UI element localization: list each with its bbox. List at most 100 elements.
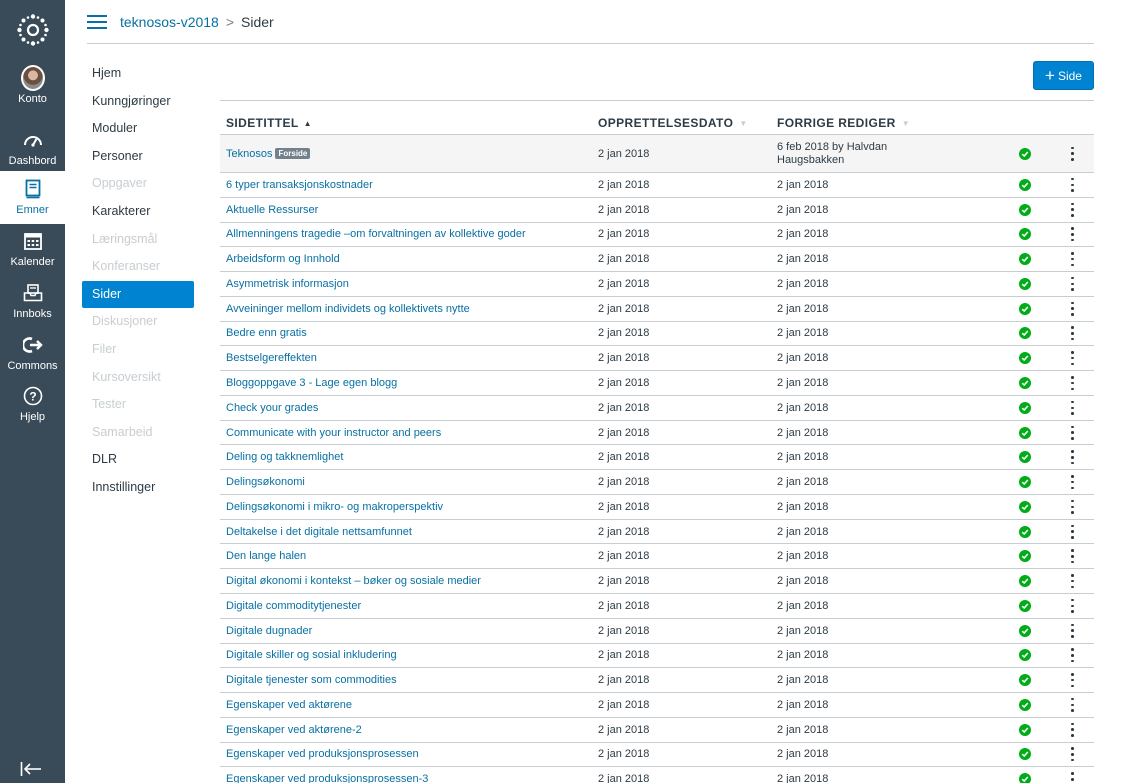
page-options-icon[interactable] [1070,177,1076,192]
course-nav-item[interactable]: Filer [82,336,194,364]
page-title-link[interactable]: Deling og takknemlighet [226,451,343,463]
hamburger-menu-icon[interactable] [87,14,107,29]
page-title-link[interactable]: Communicate with your instructor and pee… [226,427,441,439]
page-options-icon[interactable] [1070,747,1076,762]
published-check-icon[interactable] [1019,147,1031,160]
course-nav-item[interactable]: Karakterer [82,198,194,226]
page-options-icon[interactable] [1070,623,1076,638]
page-options-icon[interactable] [1070,772,1076,783]
nav-dashboard[interactable]: Dashbord [0,124,65,168]
page-title-link[interactable]: Bloggoppgave 3 - Lage egen blogg [226,377,397,389]
page-options-icon[interactable] [1070,574,1076,589]
collapse-nav-icon[interactable] [20,761,44,779]
page-title-link[interactable]: Digitale dugnader [226,625,312,637]
published-check-icon[interactable] [1019,698,1031,711]
published-check-icon[interactable] [1019,327,1031,340]
page-options-icon[interactable] [1070,326,1076,341]
published-check-icon[interactable] [1019,500,1031,513]
nav-inbox[interactable]: Innboks [0,281,65,325]
published-check-icon[interactable] [1019,228,1031,241]
published-check-icon[interactable] [1019,277,1031,290]
page-title-link[interactable]: Deltakelse i det digitale nettsamfunnet [226,526,412,538]
page-options-icon[interactable] [1070,673,1076,688]
published-check-icon[interactable] [1019,178,1031,191]
page-options-icon[interactable] [1070,146,1076,161]
page-title-link[interactable]: Egenskaper ved produksjonsprosessen [226,748,419,760]
page-title-link[interactable]: Delingsøkonomi [226,476,305,488]
sort-by-title-header[interactable]: SIDETITTEL ▲ [220,116,598,130]
page-options-icon[interactable] [1070,301,1076,316]
published-check-icon[interactable] [1019,377,1031,389]
page-title-link[interactable]: Bedre enn gratis [226,327,307,339]
published-check-icon[interactable] [1019,550,1031,563]
sort-by-edited-header[interactable]: FORRIGE REDIGER ▼ [777,116,999,130]
sort-by-created-header[interactable]: OPPRETTELSESDATO ▼ [598,116,777,130]
page-title-link[interactable]: Egenskaper ved produksjonsprosessen-3 [226,773,428,783]
published-check-icon[interactable] [1019,575,1031,588]
page-options-icon[interactable] [1070,648,1076,663]
page-options-icon[interactable] [1070,722,1076,737]
published-check-icon[interactable] [1019,649,1031,662]
course-nav-item[interactable]: Hjem [82,60,194,88]
page-title-link[interactable]: Arbeidsform og Innhold [226,253,340,265]
page-options-icon[interactable] [1070,450,1076,465]
page-title-link[interactable]: Digitale commoditytjenester [226,600,361,612]
page-options-icon[interactable] [1070,524,1076,539]
breadcrumb-course-link[interactable]: teknosos-v2018 [120,14,219,30]
published-check-icon[interactable] [1019,674,1031,687]
page-options-icon[interactable] [1070,376,1076,390]
page-options-icon[interactable] [1070,252,1076,267]
page-title-link[interactable]: Digital økonomi i kontekst – bøker og so… [226,575,481,587]
page-title-link[interactable]: Digitale tjenester som commodities [226,674,397,686]
course-nav-item[interactable]: Samarbeid [82,419,194,447]
published-check-icon[interactable] [1019,624,1031,637]
course-nav-item[interactable]: Kunngjøringer [82,88,194,116]
page-options-icon[interactable] [1070,400,1076,415]
course-nav-item[interactable]: Tester [82,391,194,419]
course-nav-item[interactable]: Oppgaver [82,170,194,198]
page-options-icon[interactable] [1070,598,1076,613]
nav-commons[interactable]: Commons [0,333,65,377]
published-check-icon[interactable] [1019,352,1031,365]
page-title-link[interactable]: Egenskaper ved aktørene [226,699,352,711]
page-options-icon[interactable] [1070,475,1076,490]
course-nav-item[interactable]: DLR [82,446,194,474]
page-title-link[interactable]: Aktuelle Ressurser [226,204,318,216]
page-title-link[interactable]: Avveininger mellom individets og kollekt… [226,303,470,315]
published-check-icon[interactable] [1019,723,1031,736]
page-options-icon[interactable] [1070,202,1076,217]
page-options-icon[interactable] [1070,549,1076,564]
published-check-icon[interactable] [1019,203,1031,216]
page-title-link[interactable]: Asymmetrisk informasjon [226,278,349,290]
course-nav-item[interactable]: Sider [82,280,194,309]
published-check-icon[interactable] [1019,302,1031,315]
nav-courses[interactable]: Emner [0,171,65,224]
course-nav-item[interactable]: Innstillinger [82,474,194,502]
nav-help[interactable]: ? Hjelp [0,384,65,428]
page-options-icon[interactable] [1070,425,1076,440]
page-options-icon[interactable] [1070,499,1076,514]
page-options-icon[interactable] [1070,697,1076,712]
page-title-link[interactable]: Delingsøkonomi i mikro- og makroperspekt… [226,501,443,513]
course-nav-item[interactable]: Moduler [82,115,194,143]
published-check-icon[interactable] [1019,253,1031,266]
canvas-logo-icon[interactable] [0,8,65,52]
page-options-icon[interactable] [1070,227,1076,242]
published-check-icon[interactable] [1019,451,1031,464]
add-page-button[interactable]: + Side [1033,61,1094,90]
page-title-link[interactable]: Teknosos [226,148,272,160]
published-check-icon[interactable] [1019,525,1031,538]
published-check-icon[interactable] [1019,426,1031,439]
course-nav-item[interactable]: Personer [82,143,194,171]
page-title-link[interactable]: Den lange halen [226,550,306,562]
page-title-link[interactable]: Digitale skiller og sosial inkludering [226,649,397,661]
page-title-link[interactable]: Allmenningens tragedie –om forvaltningen… [226,228,526,240]
page-options-icon[interactable] [1070,351,1076,366]
course-nav-item[interactable]: Kursoversikt [82,364,194,392]
page-title-link[interactable]: Bestselgereffekten [226,352,317,364]
course-nav-item[interactable]: Diskusjoner [82,308,194,336]
page-options-icon[interactable] [1070,276,1076,291]
page-title-link[interactable]: 6 typer transaksjonskostnader [226,179,373,191]
published-check-icon[interactable] [1019,599,1031,612]
published-check-icon[interactable] [1019,401,1031,414]
